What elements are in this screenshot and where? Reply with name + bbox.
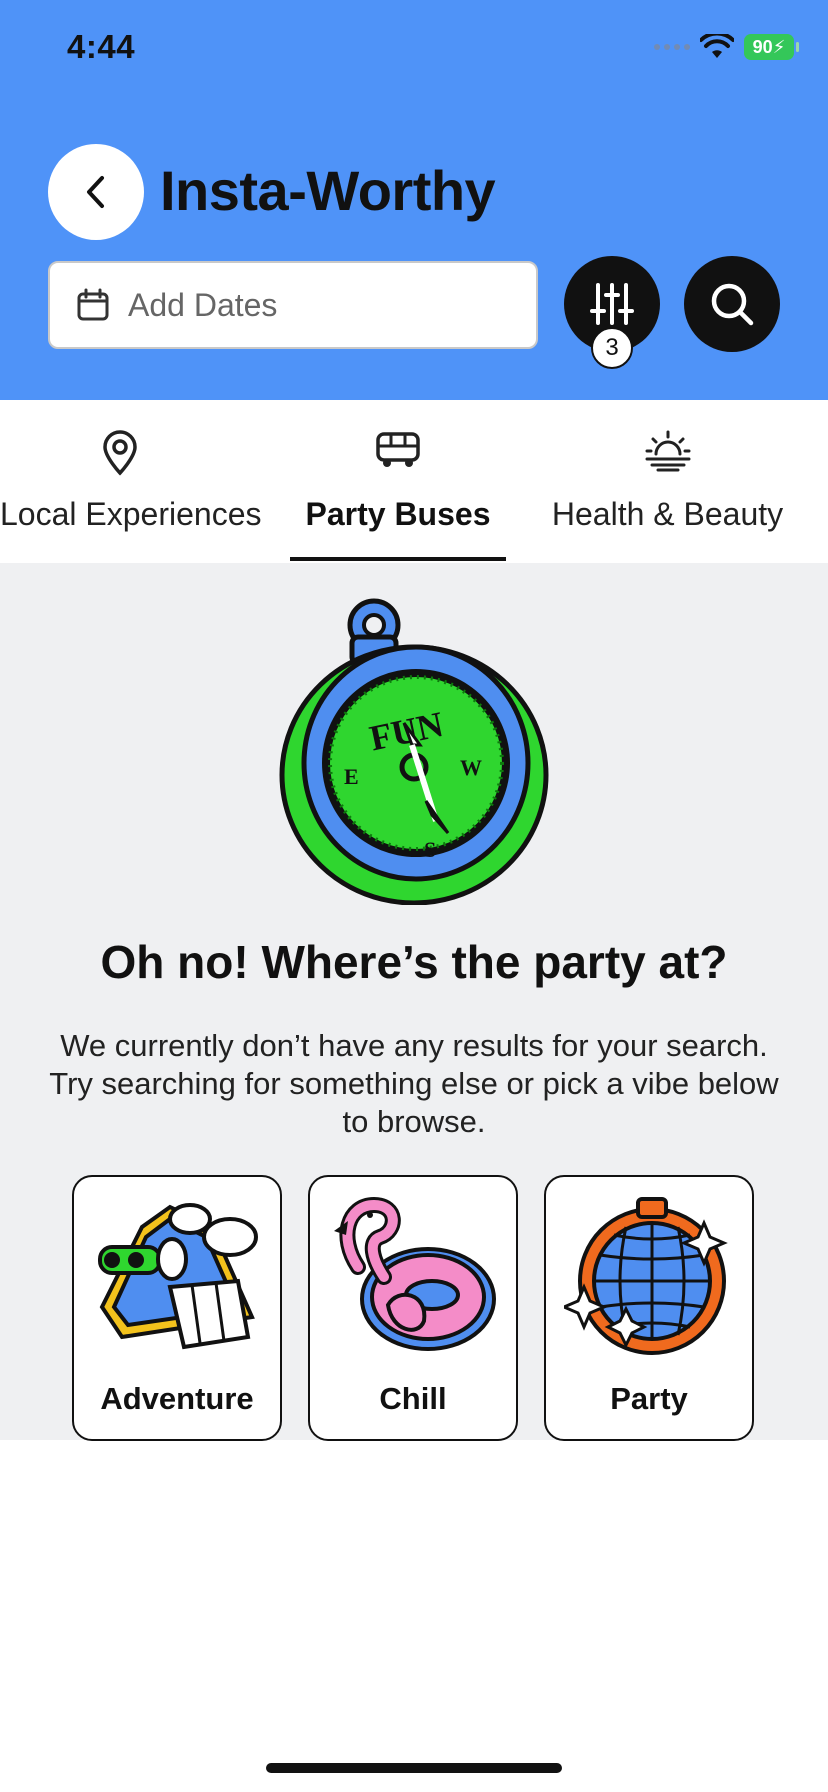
filter-count-badge: 3 — [591, 327, 633, 369]
empty-state-description: We currently don’t have any results for … — [49, 1028, 779, 1139]
battery-indicator: 90 ⚡ — [744, 34, 799, 60]
battery-level: 90 — [752, 36, 773, 57]
vibe-label: Adventure — [100, 1381, 254, 1416]
tab-local-experiences[interactable]: Local Experiences — [0, 400, 261, 563]
sliders-icon — [590, 283, 634, 325]
compass-direction-s: S — [424, 837, 436, 862]
tab-label: Party Buses — [305, 496, 491, 532]
status-time: 4:44 — [67, 28, 136, 65]
compass-direction-w: W — [460, 755, 482, 780]
bus-icon — [376, 432, 420, 467]
search-button[interactable] — [684, 256, 780, 352]
cellular-signal-icon — [654, 44, 690, 50]
vibe-card-party[interactable]: Party — [544, 1175, 754, 1441]
vibe-card-adventure[interactable]: Adventure — [72, 1175, 282, 1441]
disco-ball-illustration — [564, 1197, 728, 1355]
active-tab-indicator — [290, 557, 506, 561]
status-indicators: 90 ⚡ — [654, 34, 799, 60]
mountain-binoculars-illustration — [98, 1203, 258, 1350]
page-title: Insta-Worthy — [160, 159, 496, 222]
calendar-icon — [77, 288, 109, 321]
empty-state-title: Oh no! Where’s the party at? — [100, 936, 728, 988]
add-dates-placeholder: Add Dates — [128, 286, 278, 323]
vibe-card-chill[interactable]: Chill — [308, 1175, 518, 1441]
empty-state: FUN E W S Oh no! Where’s the party at? W… — [0, 563, 828, 1441]
tab-label: Health & Beauty — [551, 496, 784, 532]
tab-health-beauty[interactable]: Health & Beauty — [540, 400, 795, 563]
compass-illustration: FUN E W S — [279, 598, 549, 905]
search-icon — [711, 283, 754, 326]
tab-label: Local Experiences — [0, 496, 262, 532]
compass-direction-e: E — [344, 764, 359, 789]
header: 4:44 90 ⚡ Insta-Worthy Add Dates 3 — [0, 0, 828, 400]
tab-party-buses[interactable]: Party Buses — [290, 400, 506, 563]
flamingo-float-illustration — [334, 1197, 496, 1351]
chevron-left-icon — [87, 176, 104, 208]
category-tabs: Local Experiences Party Buses Health & B… — [0, 400, 828, 563]
wifi-icon — [700, 34, 734, 58]
sunrise-icon — [645, 430, 690, 472]
vibe-label: Chill — [379, 1381, 447, 1416]
back-button[interactable] — [48, 144, 144, 240]
home-indicator — [266, 1763, 562, 1773]
map-pin-icon — [103, 430, 137, 476]
vibe-label: Party — [610, 1381, 688, 1416]
add-dates-field[interactable]: Add Dates — [48, 261, 538, 349]
